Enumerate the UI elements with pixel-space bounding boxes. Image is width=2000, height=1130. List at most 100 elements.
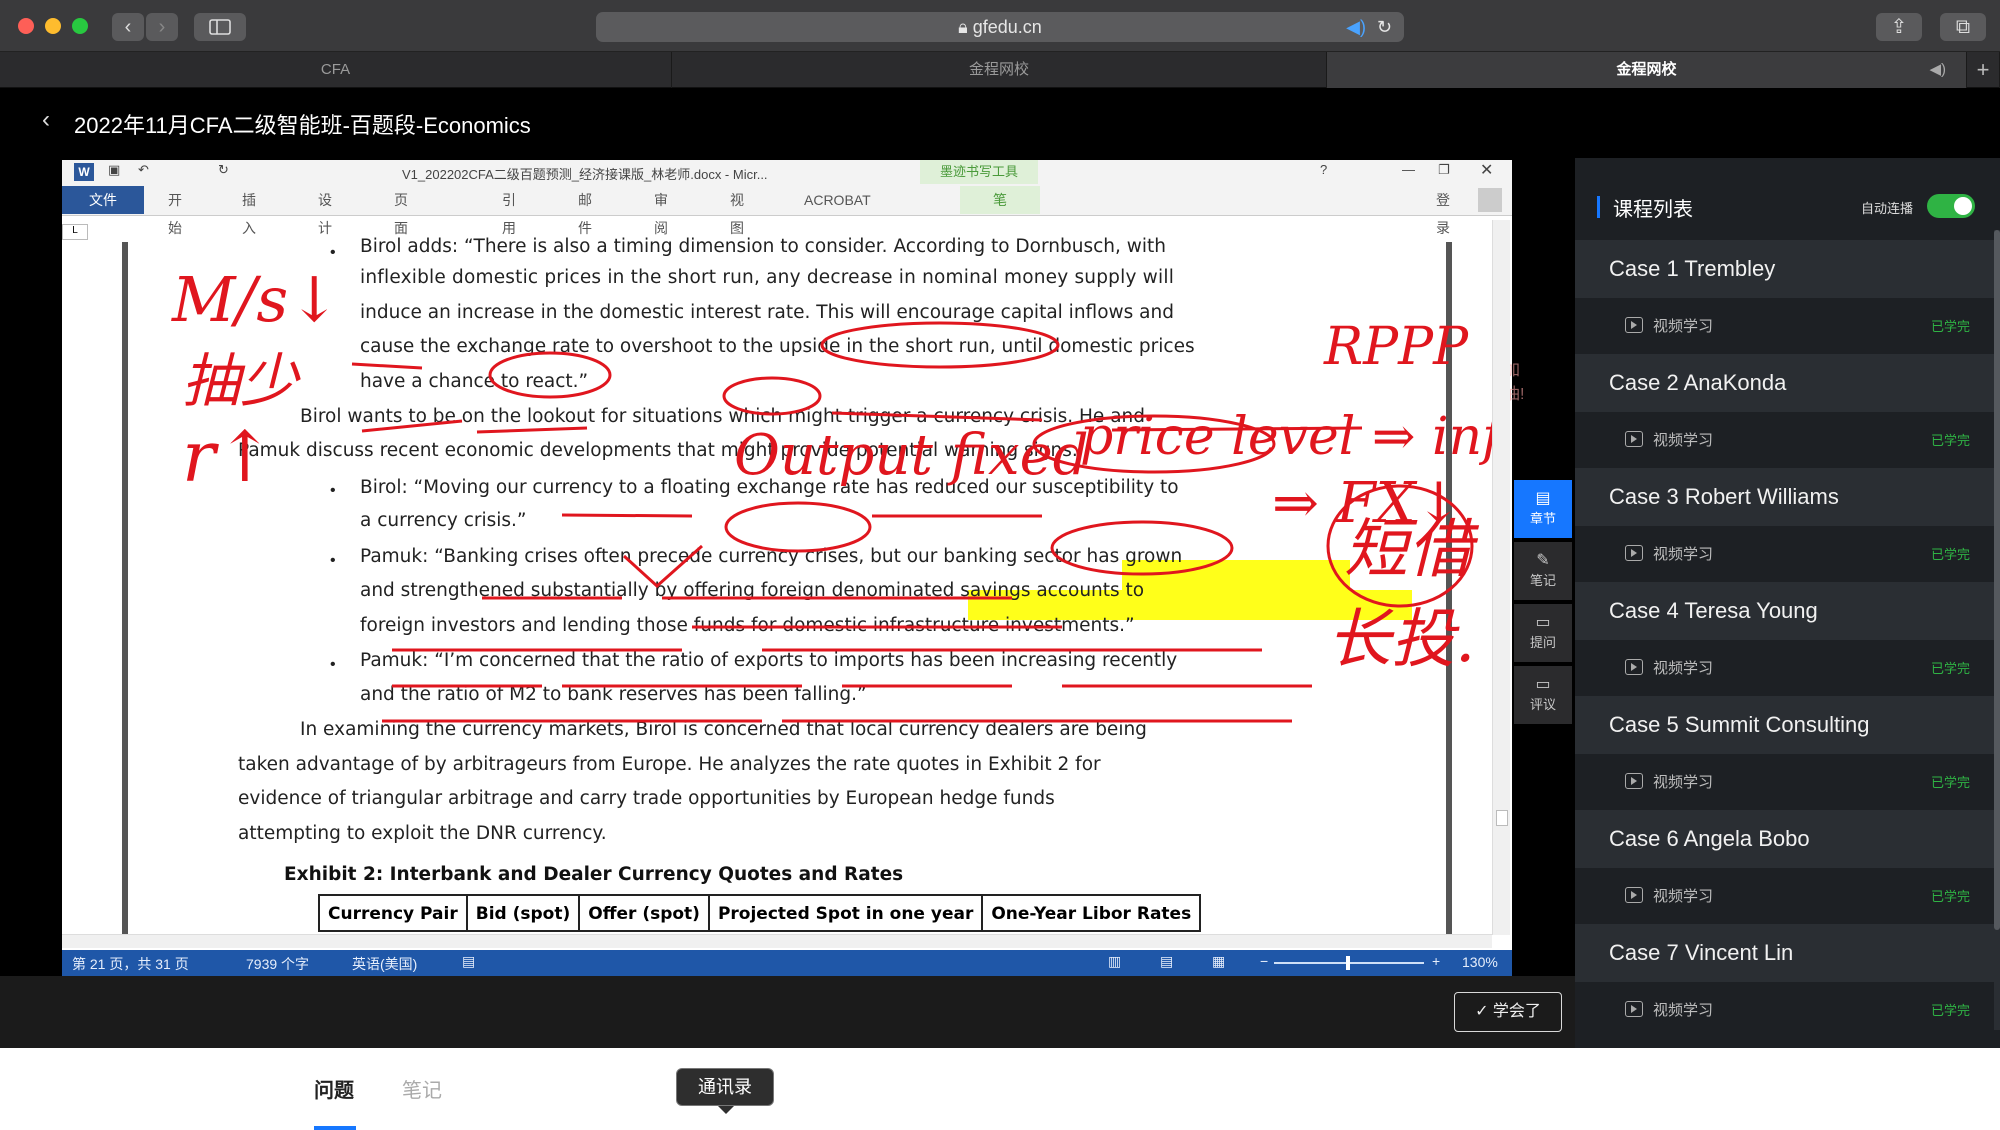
case-video-4[interactable]: 视频学习 已学完 [1575,640,2000,696]
zoom-in-icon[interactable]: + [1432,953,1440,969]
video-icon [1625,1001,1643,1017]
menu-home[interactable]: 开始 [168,186,182,236]
sidebar-toggle-button[interactable] [194,13,246,41]
comment-tool-button[interactable]: ▭ 评议 [1514,666,1572,724]
zoom-slider-thumb[interactable] [1346,956,1350,970]
undo-icon[interactable]: ↶ [138,162,149,178]
close-window-button[interactable] [18,18,34,34]
tab-cfa[interactable]: CFA [0,52,672,88]
sidebar-icon [209,19,231,35]
menu-view[interactable]: 视图 [730,186,744,236]
status-badge: 已学完 [1930,889,1970,904]
menu-layout[interactable]: 页面布局 [394,186,408,292]
case-item-4[interactable]: Case 4 Teresa Young [1575,582,2000,640]
menu-acrobat[interactable]: ACROBAT [804,186,871,214]
case-item-7[interactable]: Case 7 Vincent Lin [1575,924,2000,982]
case-video-1[interactable]: 视频学习 已学完 [1575,298,2000,354]
restore-icon[interactable]: ❐ [1438,162,1450,178]
minimize-window-button[interactable] [45,18,61,34]
case-item-5[interactable]: Case 5 Summit Consulting [1575,696,2000,754]
toggle-knob [1954,197,1972,215]
web-layout-icon[interactable]: ▦ [1212,953,1225,970]
case-video-2[interactable]: 视频学习 已学完 [1575,412,2000,468]
macro-icon[interactable]: ▤ [462,953,475,970]
video-controls-bar [0,976,1575,1048]
tab-overview-button[interactable]: ⧉ [1940,13,1986,41]
tool-label: 评议 [1529,697,1556,712]
address-bar[interactable]: 🔒︎ gfedu.cn ◀) ↻ [596,12,1404,42]
case-item-3[interactable]: Case 3 Robert Williams [1575,468,2000,526]
menu-insert[interactable]: 插入 [242,186,256,236]
speaker-icon[interactable]: ◀) [1929,52,1946,88]
table-header-cell: Projected Spot in one year [710,896,984,930]
tab-gfedu-2[interactable]: 金程网校 ◀) [1327,52,1967,88]
case-video-5[interactable]: 视频学习 已学完 [1575,754,2000,810]
status-badge: 已学完 [1930,661,1970,676]
vertical-scrollbar[interactable] [1492,220,1510,935]
plus-icon: + [1976,57,1990,82]
word-logo-icon: W [74,163,94,181]
tab-gfedu-1[interactable]: 金程网校 [672,52,1327,88]
menu-review[interactable]: 审阅 [654,186,668,236]
menu-design[interactable]: 设计 [318,186,332,236]
ink-pen-tab[interactable]: 笔 [960,186,1040,214]
video-label: 视频学习 [1653,888,1714,905]
save-icon[interactable]: ▣ [108,162,120,178]
scroll-thumb[interactable] [1994,230,2000,930]
back-button[interactable]: ‹ [112,13,144,41]
contacts-tooltip: 通讯录 [676,1068,774,1106]
chapter-tool-button[interactable]: ▤ 章节 [1514,480,1572,538]
menu-mailings[interactable]: 邮件 [578,186,592,236]
help-icon[interactable]: ? [1320,162,1327,177]
word-status-bar: 第 21 页，共 31 页 7939 个字 英语(美国) ▤ ▥ ▤ ▦ − +… [62,950,1512,976]
notes-tool-button[interactable]: ✎ 笔记 [1514,542,1572,600]
status-badge: 已学完 [1930,547,1970,562]
speaker-icon[interactable]: ◀) [1346,12,1366,42]
horizontal-scrollbar[interactable] [62,934,1492,948]
ink-note: RPPP [1323,317,1469,377]
tab-notes[interactable]: 笔记 [402,1074,442,1103]
scroll-thumb[interactable] [1496,810,1508,826]
video-label: 视频学习 [1653,1002,1714,1019]
case-video-3[interactable]: 视频学习 已学完 [1575,526,2000,582]
tool-label: 笔记 [1529,573,1556,588]
case-item-1[interactable]: Case 1 Trembley [1575,240,2000,298]
case-video-6[interactable]: 视频学习 已学完 [1575,868,2000,924]
case-item-2[interactable]: Case 2 AnaKonda [1575,354,2000,412]
question-tool-button[interactable]: ▭ 提问 [1514,604,1572,662]
forward-button[interactable]: › [146,13,178,41]
signin-link[interactable]: 登录 [1436,186,1450,236]
tab-questions[interactable]: 问题 [314,1074,354,1103]
share-button[interactable]: ⇪ [1876,13,1922,41]
minimize-icon[interactable]: — [1402,162,1415,177]
sidebar-scrollbar[interactable] [1994,230,2000,1030]
learned-button[interactable]: ✓ 学会了 [1454,992,1562,1032]
close-icon[interactable]: ✕ [1480,160,1493,180]
reload-icon[interactable]: ↻ [1377,12,1392,42]
autoplay-toggle[interactable] [1927,194,1975,218]
word-document-frame: W ▣ ↶ ↻ V1_202202CFA二级百题预测_经济接课版_林老师.doc… [62,160,1524,976]
case-video-7[interactable]: 视频学习 已学完 [1575,982,2000,1038]
zoom-slider[interactable] [1274,956,1424,970]
case-item-6[interactable]: Case 6 Angela Bobo [1575,810,2000,868]
read-mode-icon[interactable]: ▥ [1108,953,1121,970]
menu-file[interactable]: 文件 [62,186,144,214]
zoom-window-button[interactable] [72,18,88,34]
tool-label: 章节 [1529,511,1556,526]
print-layout-icon[interactable]: ▤ [1160,953,1173,970]
word-count: 7939 个字 [246,956,310,972]
language: 英语(美国) [352,956,418,972]
ink-tools-tab[interactable]: 墨迹书写工具 [920,160,1038,184]
new-tab-button[interactable]: + [1967,52,2000,88]
menu-references[interactable]: 引用 [502,186,516,236]
page-title: 2022年11月CFA二级智能班-百题段-Economics [74,113,531,138]
tooltip-arrow [718,1106,734,1114]
avatar[interactable] [1478,188,1502,212]
lock-icon: 🔒︎ [958,17,968,37]
video-label: 视频学习 [1653,546,1714,563]
video-label: 视频学习 [1653,774,1714,791]
redo-icon[interactable]: ↻ [218,162,229,178]
zoom-out-icon[interactable]: − [1260,953,1268,969]
back-arrow-icon[interactable]: ‹ [42,106,50,134]
ink-annotations: M/s↓ 抽少 r↑ RPPP Output fixed price level… [171,263,1509,723]
